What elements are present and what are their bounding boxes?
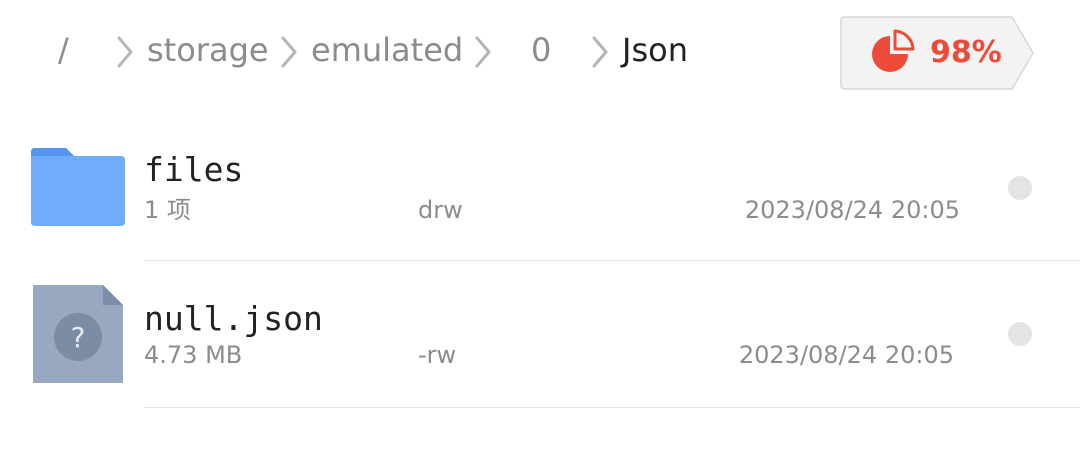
breadcrumb-root[interactable]: / — [58, 28, 69, 72]
chevron-right-icon — [474, 36, 492, 68]
file-name: null.json — [144, 299, 323, 338]
chevron-right-icon — [280, 36, 298, 68]
storage-usage-button[interactable]: 98% — [840, 16, 1034, 90]
select-checkbox[interactable] — [1008, 176, 1032, 200]
file-name: files — [144, 150, 244, 189]
breadcrumb-current: Json — [622, 31, 688, 69]
select-checkbox[interactable] — [1008, 322, 1032, 346]
file-size: 4.73 MB — [144, 341, 243, 369]
file-modified-date: 2023/08/24 20:05 — [738, 341, 954, 369]
breadcrumb-item-emulated[interactable]: emulated — [311, 28, 463, 72]
item-count: 1 项 — [144, 196, 191, 224]
file-modified-date: 2023/08/24 20:05 — [744, 196, 960, 224]
svg-text:?: ? — [71, 321, 86, 354]
list-item[interactable]: files 1 项 drw 2023/08/24 20:05 — [0, 112, 1080, 260]
unknown-file-icon: ? — [33, 285, 123, 383]
file-permissions: drw — [418, 196, 463, 224]
breadcrumb-item-storage[interactable]: storage — [147, 28, 269, 72]
divider — [144, 407, 1080, 408]
folder-icon — [30, 146, 126, 228]
chevron-right-icon — [116, 36, 134, 68]
breadcrumb: / storage emulated 0 Json — [0, 0, 830, 100]
pie-chart-icon — [868, 28, 916, 76]
chevron-right-icon — [591, 36, 609, 68]
storage-usage-percent: 98% — [930, 35, 1002, 70]
list-item[interactable]: ? null.json 4.73 MB -rw 2023/08/24 20:05 — [0, 261, 1080, 407]
file-permissions: -rw — [418, 341, 457, 369]
breadcrumb-item-0[interactable]: 0 — [531, 28, 551, 72]
